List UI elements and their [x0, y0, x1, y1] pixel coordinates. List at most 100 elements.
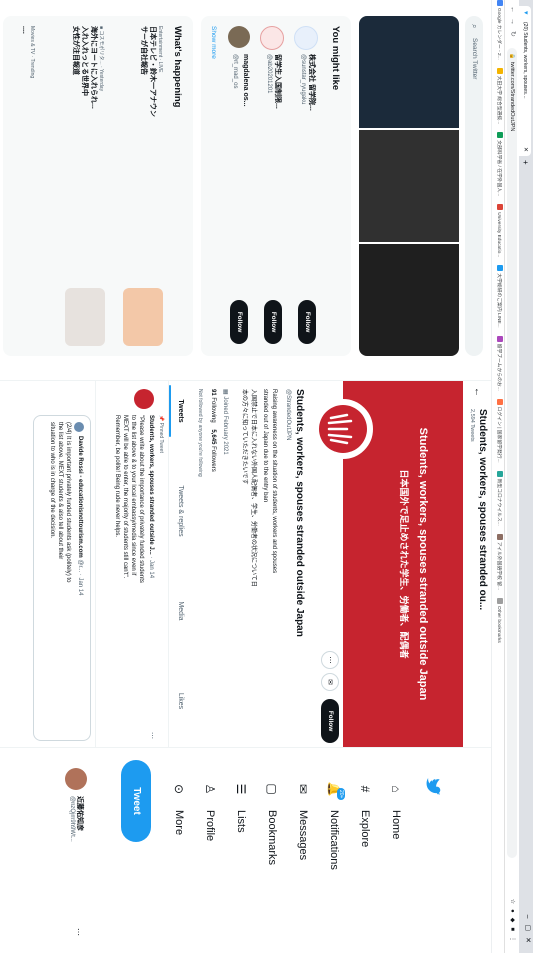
bookmark-item[interactable]: 留学ブームからのお... [496, 335, 503, 391]
bookmark-label: アイル外国語学校 留... [496, 541, 501, 590]
tab-tweets-replies[interactable]: Tweets & replies [169, 461, 191, 561]
trend-image [65, 288, 105, 346]
tweet-time[interactable]: · Jan 14 [148, 556, 154, 578]
envelope-icon: ✉ [296, 783, 310, 795]
search-input[interactable]: ⌕ Search Twitter [465, 16, 483, 356]
tweet-line: situation to who is in charge of the dec… [49, 422, 55, 539]
tweet-text: "Please write about the importance of pr… [113, 415, 145, 735]
more-options-icon[interactable]: ⋯ [321, 651, 339, 669]
suggested-account[interactable]: magdalena os... @rt_mad_os Follow [223, 26, 253, 346]
trend-item[interactable]: Movies & TV · Trending .... [7, 26, 35, 346]
tab-likes[interactable]: Likes [169, 671, 191, 731]
hashtag-icon: # [358, 785, 372, 793]
suggested-account[interactable]: 留学生入国制限... @ab20201201 Follow [257, 26, 287, 346]
show-more-link[interactable]: Show more [210, 26, 217, 59]
bookmark-favicon-icon [497, 265, 503, 272]
header-title: Students, workers, spouses stranded ou..… [477, 409, 488, 611]
search-icon: ⌕ [470, 24, 479, 29]
whats-happening-card: What's happening Entertainment · LIVE 日本… [3, 16, 193, 356]
bookmark-item[interactable]: 大田大学 総合型選抜... [496, 67, 503, 125]
nav-item-bookmarks[interactable]: ▢ Bookmarks [261, 778, 283, 865]
bookmark-item[interactable]: University Educatio... [496, 204, 503, 257]
home-icon: ⌂ [389, 785, 403, 793]
tweet-line: Remember, be polite! Being rude never he… [114, 415, 120, 538]
message-icon[interactable]: ✉ [321, 673, 339, 691]
profile-media-grid[interactable] [359, 16, 459, 356]
tweet-author[interactable]: Students, workers, spouses stranded outs… [148, 415, 154, 555]
account-switcher[interactable]: 近藤佑知彦 @nzQjm9h9Wt... ⋯ [61, 768, 91, 948]
new-tab-icon[interactable]: + [519, 160, 531, 165]
bookmark-item[interactable]: アイル外国語学校 留... [496, 533, 503, 590]
tweet-line: "Please write about the importance of pr… [138, 415, 144, 583]
bookmark-label: 新型コロナウイルス... [496, 478, 501, 526]
browser-toolbar: ← → ↻ 🔒 twitter.com/StrandedOutJPN ☆●◆■⋮ [504, 0, 519, 953]
back-arrow-icon[interactable]: ← [472, 387, 483, 397]
suggested-account[interactable]: 株式会社 留学院... @sunstar_ryugaku Follow [291, 26, 321, 346]
nav-item-more[interactable]: ⊙ More [168, 778, 190, 835]
bookmark-item[interactable]: ログイン | 国家留学発行... [496, 398, 503, 463]
tweet-more-icon[interactable]: ⋯ [148, 732, 156, 739]
bookmarks-bar: Google カレンダー - 2... 大田大学 総合型選抜... 文部科学省 / … [491, 0, 504, 953]
bookmark-label: 文部科学省 / 在学外国人... [496, 140, 501, 197]
avatar [228, 26, 250, 48]
bookmark-item[interactable]: 新型コロナウイルス... [496, 470, 503, 526]
follow-button[interactable]: Follow [264, 300, 282, 344]
follow-button[interactable]: Follow [298, 300, 316, 344]
media-thumbnail[interactable] [359, 130, 459, 242]
nav-item-notifications[interactable]: 🔔 20+ Notifications [323, 778, 345, 870]
nav-item-home[interactable]: ⌂ Home [385, 778, 407, 839]
who-to-follow-title: You might like [330, 26, 341, 91]
followers-link[interactable]: 5,645 Followers [210, 429, 216, 471]
avatar[interactable] [134, 389, 154, 409]
bookmark-item[interactable]: 文部科学省 / 在学外国人... [496, 132, 503, 197]
avatar-logo [319, 405, 367, 453]
follow-button[interactable]: Follow [230, 300, 248, 344]
profile-avatar[interactable] [313, 399, 373, 459]
tab-tweets[interactable]: Tweets [169, 381, 191, 441]
bookmark-label: 大田大学 総合型選抜... [496, 75, 501, 125]
tab-media[interactable]: Media [169, 581, 191, 641]
nav-item-profile[interactable]: ♙ Profile [199, 778, 221, 842]
tweet-button[interactable]: Tweet [121, 760, 151, 842]
bookmark-item[interactable]: Google カレンダー - 2... [496, 0, 503, 60]
window-controls[interactable]: –▢✕ [524, 915, 532, 949]
forward-arrow-icon[interactable]: → [506, 18, 518, 25]
extension-icons[interactable]: ☆●◆■⋮ [507, 899, 517, 947]
profile-bio-line: stranded out of Japan due to the entry b… [262, 389, 268, 503]
media-thumbnail[interactable] [359, 16, 459, 128]
trend-item[interactable]: Entertainment · LIVE 日本テレビ・鈴木一アナウン サーが自社… [113, 26, 163, 346]
nav-item-label: Bookmarks [266, 810, 278, 866]
nav-item-label: Profile [204, 810, 216, 842]
media-thumbnail[interactable] [359, 244, 459, 356]
browser-tab[interactable]: ▾ (20) Students, workers, spouses… ✕ [519, 6, 531, 156]
avatar [260, 26, 284, 50]
address-bar[interactable]: 🔒 twitter.com/StrandedOutJPN [507, 48, 517, 858]
suggested-handle: @sunstar_ryugaku [300, 54, 306, 105]
tab-close-icon[interactable]: ✕ [519, 147, 531, 152]
trend-text: .... [21, 26, 28, 34]
following-link[interactable]: 91 Following [210, 389, 216, 423]
nav-item-messages[interactable]: ✉ Messages [292, 778, 314, 860]
person-icon: ♙ [203, 783, 217, 795]
follow-button[interactable]: Follow [321, 699, 339, 743]
bookmark-label: 大学総研のご案内 LINE... [496, 273, 501, 328]
nav-item-explore[interactable]: # Explore [354, 778, 376, 848]
trend-item[interactable]: ■ コスモポリタ... · Yesterday 海外にヨートに入れられ... 入… [45, 26, 105, 346]
nav-item-label: Messages [297, 810, 309, 861]
back-arrow-icon[interactable]: ← [506, 6, 518, 13]
banner-title: Students, workers, spouses stranded outs… [417, 427, 429, 701]
bookmark-label: Other bookmarks [496, 606, 501, 643]
bookmark-item[interactable]: 大学総研のご案内 LINE... [496, 265, 503, 328]
left-navigation: ⌂ Home # Explore 🔔 20+ Notifications ✉ Messages ▢… [0, 748, 491, 948]
more-options-icon[interactable]: ⋯ [74, 928, 83, 936]
trends-title: What's happening [172, 26, 183, 108]
quoted-tweet[interactable]: Davide Rossi - educationisnottourism.com… [33, 415, 91, 741]
reload-icon[interactable]: ↻ [506, 31, 518, 37]
avatar [65, 768, 87, 790]
tweet[interactable]: 📌 Pinned Tweet Students, workers, spouse… [95, 381, 168, 747]
nav-item-lists[interactable]: ☰ Lists [230, 778, 252, 833]
right-sidebar: ⌕ Search Twitter You might like 株式会社 留学院… [0, 10, 491, 370]
nav-item-label: Home [390, 810, 402, 840]
tweet-meta: Davide Rossi - educationisnottourism.com… [77, 436, 83, 595]
bookmark-item[interactable]: Other bookmarks [496, 598, 503, 643]
